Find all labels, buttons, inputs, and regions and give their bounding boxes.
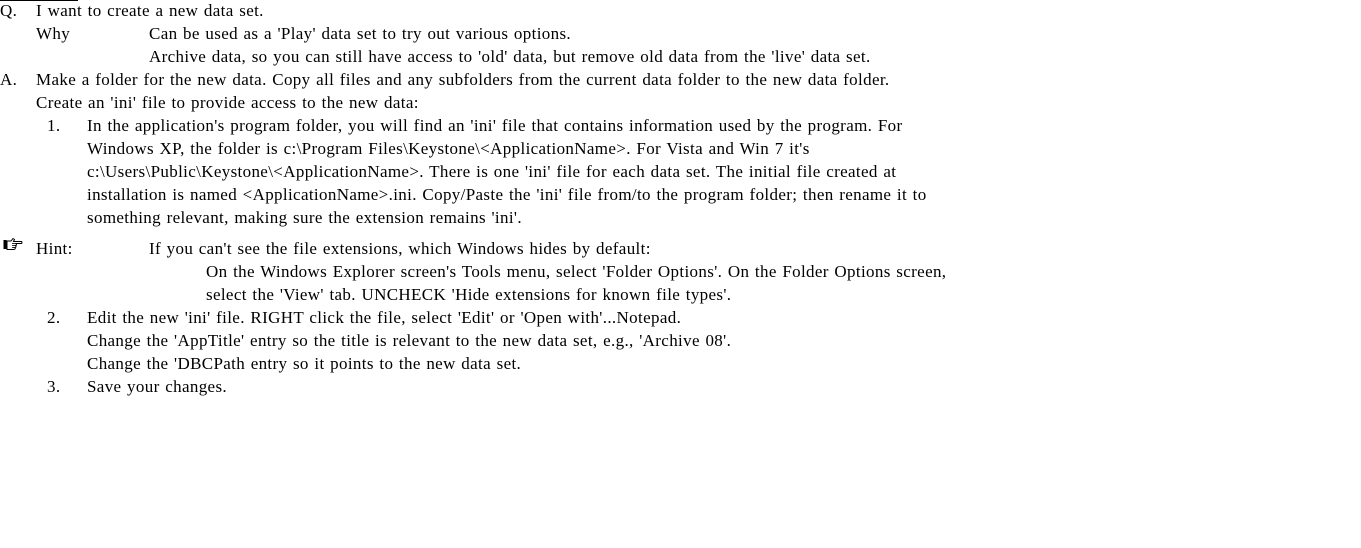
why-line-2: Archive data, so you can still have acce… <box>149 47 871 66</box>
step-1-line-4: installation is named <ApplicationName>.… <box>87 185 927 204</box>
step-1-line-2: Windows XP, the folder is c:\Program Fil… <box>87 139 810 158</box>
step-1-line-5: something relevant, making sure the exte… <box>87 208 522 227</box>
step-2-line-2: Change the 'AppTitle' entry so the title… <box>87 331 732 350</box>
hint-line-2: select the 'View' tab. UNCHECK 'Hide ext… <box>206 285 732 304</box>
question-marker: Q. <box>0 1 18 20</box>
answer-line-1: Make a folder for the new data. Copy all… <box>36 70 890 89</box>
answer-line-2: Create an 'ini' file to provide access t… <box>36 93 419 112</box>
hint-label: Hint: <box>36 239 73 258</box>
why-label: Why <box>36 24 71 43</box>
why-line-1: Can be used as a 'Play' data set to try … <box>149 24 572 43</box>
step-2-line-1: Edit the new 'ini' file. RIGHT click the… <box>87 308 682 327</box>
question-text: I want to create a new data set. <box>36 1 264 20</box>
step-2-line-3: Change the 'DBCPath entry so it points t… <box>87 354 522 373</box>
hint-intro: If you can't see the file extensions, wh… <box>149 239 651 258</box>
hint-line-1: On the Windows Explorer screen's Tools m… <box>206 262 947 281</box>
step-1-line-3: c:\Users\Public\Keystone\<ApplicationNam… <box>87 162 897 181</box>
answer-marker: A. <box>0 70 18 89</box>
document-page: Q. I want to create a new data set. Why … <box>0 0 1361 548</box>
step-3-line-1: Save your changes. <box>87 377 228 396</box>
step-2-number: 2. <box>47 308 61 327</box>
pointing-hand-icon <box>3 237 23 250</box>
step-1-line-1: In the application's program folder, you… <box>87 116 903 135</box>
step-1-number: 1. <box>47 116 61 135</box>
step-3-number: 3. <box>47 377 61 396</box>
